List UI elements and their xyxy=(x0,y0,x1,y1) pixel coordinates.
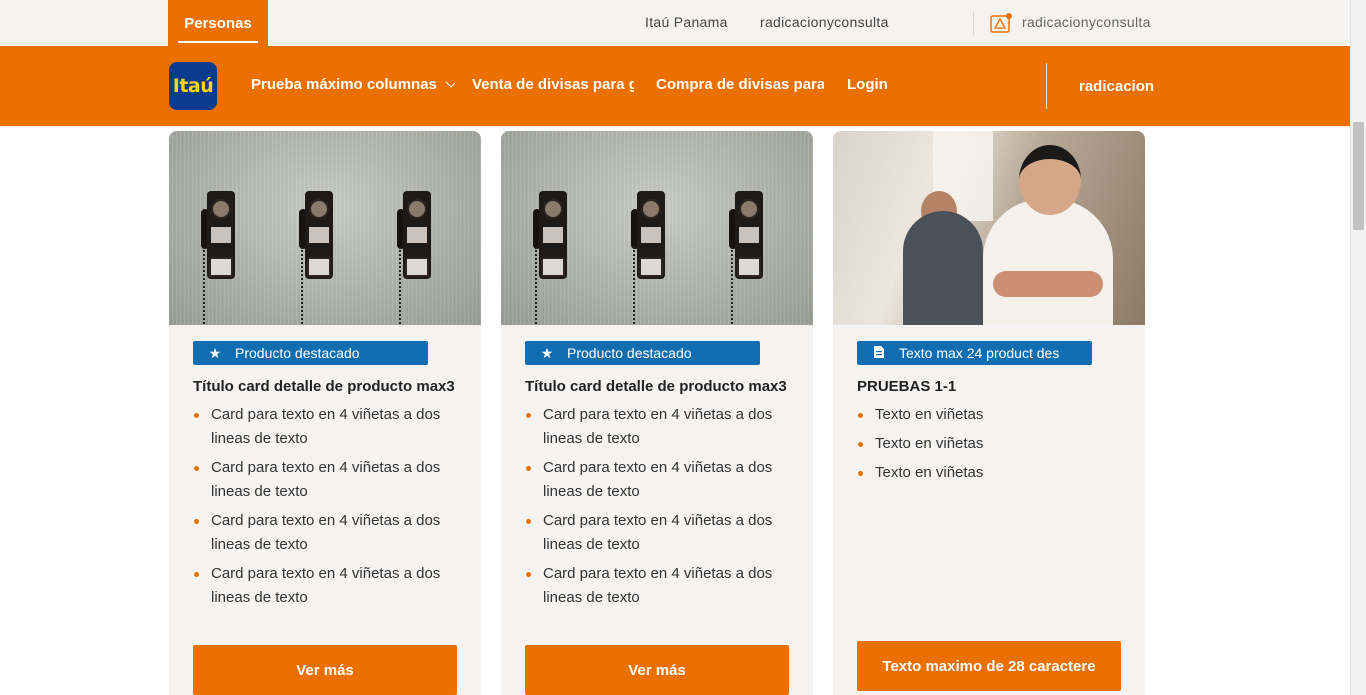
card-badge-label: Texto max 24 product des xyxy=(899,345,1060,361)
card-title: Título card detalle de producto max3 xyxy=(193,378,455,395)
nav-venta-divisas[interactable]: Venta de divisas para gi xyxy=(472,76,634,93)
product-card: Texto max 24 product des PRUEBAS 1-1 Tex… xyxy=(833,131,1145,695)
card-badge-label: Producto destacado xyxy=(235,345,360,361)
nav-item-label: Prueba máximo columnas xyxy=(251,76,437,93)
list-item: Card para texto en 4 viñetas a dos linea… xyxy=(193,403,463,451)
nav-divider xyxy=(1046,63,1047,109)
nav-compra-divisas[interactable]: Compra de divisas para r xyxy=(656,76,824,93)
card-badge: ★ Producto destacado xyxy=(193,341,428,365)
card-badge: ★ Producto destacado xyxy=(525,341,760,365)
nav-login[interactable]: Login xyxy=(847,76,888,93)
itau-logo[interactable]: Itaú xyxy=(169,62,217,110)
ver-mas-button[interactable]: Ver más xyxy=(193,645,457,695)
product-card: ★ Producto destacado Título card detalle… xyxy=(169,131,481,695)
scrollbar-thumb[interactable] xyxy=(1353,122,1364,230)
card-bullet-list: Texto en viñetas Texto en viñetas Texto … xyxy=(857,403,1127,490)
card-title: PRUEBAS 1-1 xyxy=(857,378,957,395)
nav-prueba-maximo-columnas[interactable]: Prueba máximo columnas xyxy=(251,76,455,93)
card-bullet-list: Card para texto en 4 viñetas a dos linea… xyxy=(525,403,795,615)
list-item: Card para texto en 4 viñetas a dos linea… xyxy=(525,456,795,504)
list-item: Card para texto en 4 viñetas a dos linea… xyxy=(525,562,795,610)
card-badge-label: Producto destacado xyxy=(567,345,692,361)
star-icon: ★ xyxy=(540,345,554,361)
product-card: ★ Producto destacado Título card detalle… xyxy=(501,131,813,695)
list-item: Card para texto en 4 viñetas a dos linea… xyxy=(193,456,463,504)
list-item: Card para texto en 4 viñetas a dos linea… xyxy=(525,509,795,557)
tab-personas[interactable]: Personas xyxy=(168,0,268,46)
top-divider xyxy=(973,11,974,35)
chevron-down-icon xyxy=(445,76,455,88)
alert-bell-icon[interactable] xyxy=(990,13,1012,33)
list-item: Card para texto en 4 viñetas a dos linea… xyxy=(193,562,463,610)
texto-maximo-button[interactable]: Texto maximo de 28 caractere xyxy=(857,641,1121,691)
top-bar: Personas Itaú Panama radicacionyconsulta… xyxy=(0,0,1350,46)
list-item: Card para texto en 4 viñetas a dos linea… xyxy=(193,509,463,557)
list-item: Texto en viñetas xyxy=(857,403,1127,427)
card-image-people xyxy=(833,131,1145,325)
page-scrollbar[interactable] xyxy=(1350,0,1366,695)
card-badge: Texto max 24 product des xyxy=(857,341,1092,365)
card-bullet-list: Card para texto en 4 viñetas a dos linea… xyxy=(193,403,463,615)
user-account-link[interactable]: radicacionyconsulta xyxy=(1022,14,1151,30)
card-title: Título card detalle de producto max3 xyxy=(525,378,787,395)
document-icon xyxy=(871,345,887,361)
star-icon: ★ xyxy=(208,345,222,361)
itau-panama-link[interactable]: Itaú Panama xyxy=(645,14,728,30)
radicacion-link[interactable]: radicacionyconsulta xyxy=(760,14,889,30)
ver-mas-button[interactable]: Ver más xyxy=(525,645,789,695)
list-item: Card para texto en 4 viñetas a dos linea… xyxy=(525,403,795,451)
list-item: Texto en viñetas xyxy=(857,432,1127,456)
card-image-phones xyxy=(501,131,813,325)
nav-user-label[interactable]: radicacion xyxy=(1079,78,1154,95)
list-item: Texto en viñetas xyxy=(857,461,1127,485)
card-image-phones xyxy=(169,131,481,325)
main-navbar: Itaú Prueba máximo columnas Venta de div… xyxy=(0,46,1350,126)
